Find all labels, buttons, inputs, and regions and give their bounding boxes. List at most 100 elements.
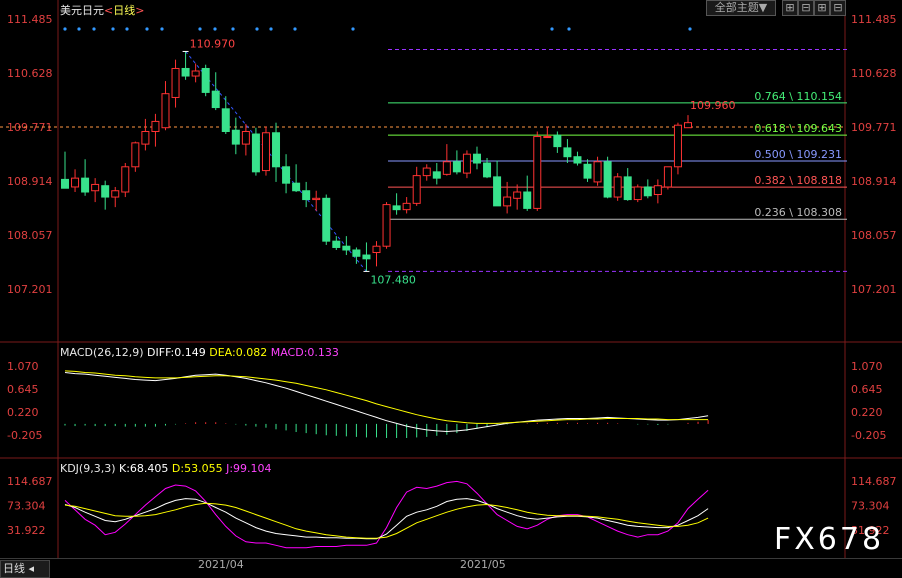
fib-level-label: 0.764 \ 110.154 [754, 90, 842, 103]
candle-body [91, 183, 100, 192]
candle-body [322, 197, 331, 242]
price-tick-right: 108.914 [851, 175, 897, 188]
chart-canvas[interactable]: 111.485 111.485110.628 110.628109.771 109.7… [0, 0, 902, 576]
kdj-tick-right: 73.304 [851, 500, 890, 513]
candle-body [292, 182, 301, 192]
high-label: 110.970 [190, 37, 236, 50]
event-dot [567, 27, 571, 31]
candle-body [131, 142, 140, 168]
candle-body [573, 156, 582, 164]
event-dot [111, 27, 115, 31]
period-label[interactable]: 日线 [113, 4, 135, 17]
event-dot [688, 27, 692, 31]
candle-body [312, 197, 321, 201]
macd-diff: DIFF:0.149 [147, 346, 206, 359]
fib-level-label: 0.500 \ 109.231 [754, 148, 842, 161]
candle-body [362, 254, 371, 260]
candle-body [181, 67, 190, 77]
kdj-d: D:53.055 [171, 462, 223, 475]
price-tick-left: 108.914 [7, 175, 53, 188]
candle-body [483, 162, 492, 178]
expand-button[interactable]: ⊞ [814, 0, 830, 16]
candle-body [342, 245, 351, 251]
macd-panel: 1.070 1.070 0.645 0.645 0.220 0.220 -0.205 -0.2… [7, 360, 886, 442]
period-tab[interactable]: 日线 ◂ [0, 560, 50, 578]
event-dot [77, 27, 81, 31]
candle-body [523, 191, 532, 209]
event-dot [145, 27, 149, 31]
fib-level-label: 0.236 \ 108.308 [754, 206, 842, 219]
macd-tick-left: 0.645 [7, 383, 39, 396]
macd-diff-line [64, 372, 709, 433]
kdj-panel: 114.687 114.68773.304 73.30431.922 31.922 [7, 475, 897, 549]
candle-body [553, 134, 562, 148]
price-tick-left: 107.201 [7, 283, 53, 296]
candlestick-series[interactable]: 110.970 107.480 109.960 [61, 37, 736, 286]
kdj-tick-left: 31.922 [7, 524, 46, 537]
candle-body [472, 153, 481, 164]
candle-body [171, 67, 180, 98]
price-tick-right: 109.771 [851, 121, 897, 134]
candle-body [593, 161, 602, 183]
candle-body [282, 166, 291, 184]
kdj-tick-right: 114.687 [851, 475, 897, 488]
price-tick-right: 110.628 [851, 67, 897, 80]
candle-body [261, 132, 270, 172]
macd-tick-right: 0.645 [851, 383, 883, 396]
candle-body [191, 70, 200, 77]
fib-level-label: 0.382 \ 108.818 [754, 174, 842, 187]
kdj-k: K:68.405 [119, 462, 169, 475]
candle-body [151, 120, 160, 133]
event-dot [269, 27, 273, 31]
candle-body [332, 240, 341, 248]
event-dot [63, 27, 67, 31]
theme-dropdown[interactable]: 全部主题▼ [706, 0, 776, 16]
event-dot [550, 27, 554, 31]
bottom-bar: 日线 ◂ [0, 558, 902, 578]
candle-body [653, 185, 662, 196]
recent-high-label: 109.960 [690, 99, 736, 112]
candle-body [251, 133, 260, 173]
candle-body [111, 190, 120, 198]
macd-dea-line [64, 370, 709, 424]
macd-name: MACD(26,12,9) [60, 346, 144, 359]
date-label-apr: 2021/04 [198, 558, 244, 571]
fib-level-label: 0.618 \ 109.643 [754, 122, 842, 135]
candle-body [543, 136, 552, 139]
candle-body [81, 177, 90, 193]
event-dot [125, 27, 129, 31]
candle-body [382, 204, 391, 247]
candle-body [684, 122, 692, 129]
date-label-may: 2021/05 [460, 558, 506, 571]
candle-body [603, 161, 612, 198]
zoom-in-button[interactable]: ⊞ [782, 0, 798, 16]
candle-body [493, 176, 502, 207]
event-dot [293, 27, 297, 31]
candle-body [452, 161, 461, 173]
watermark-logo: FX678 [774, 522, 885, 557]
event-dot [198, 27, 202, 31]
low-label: 107.480 [370, 273, 416, 286]
candle-body [302, 190, 311, 201]
kdj-d-line [64, 502, 709, 539]
kdj-j: J:99.104 [226, 462, 272, 475]
zoom-out-button[interactable]: ⊟ [798, 0, 814, 16]
price-tick-right: 108.057 [851, 229, 897, 242]
event-dot [231, 27, 235, 31]
collapse-button[interactable]: ⊟ [830, 0, 846, 16]
candle-body [161, 93, 170, 129]
candle-body [231, 129, 240, 145]
kdj-tick-left: 73.304 [7, 500, 46, 513]
price-tick-right: 111.485 [851, 13, 897, 26]
candle-body [613, 176, 622, 198]
candle-body [71, 177, 80, 188]
kdj-name: KDJ(9,3,3) [60, 462, 116, 475]
price-tick-left: 111.485 [7, 13, 53, 26]
candle-body [61, 178, 69, 189]
candle-body [372, 245, 381, 254]
candle-body [623, 176, 632, 201]
candle-body [101, 185, 110, 198]
candle-body [533, 136, 542, 209]
kdj-header: KDJ(9,3,3) K:68.405 D:53.055 J:99.104 [60, 462, 272, 475]
event-dot [351, 27, 355, 31]
